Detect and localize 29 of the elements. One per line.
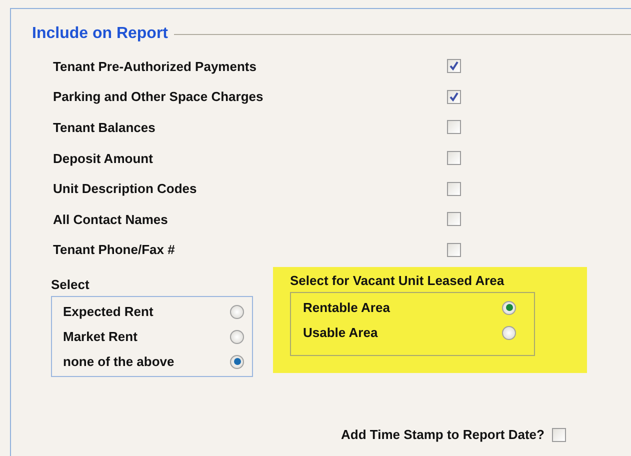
radio-label: Usable Area bbox=[303, 325, 378, 340]
radio-button[interactable] bbox=[230, 354, 244, 369]
group-title: Include on Report bbox=[32, 25, 168, 43]
checkbox[interactable] bbox=[447, 242, 461, 257]
checkbox[interactable] bbox=[447, 90, 461, 104]
radio-button[interactable] bbox=[502, 326, 516, 340]
option-label: Tenant Balances bbox=[53, 120, 156, 135]
timestamp-label: Add Time Stamp to Report Date? bbox=[341, 427, 544, 442]
checkbox[interactable] bbox=[447, 120, 461, 134]
radio-label: Rentable Area bbox=[303, 300, 390, 316]
option-label: Unit Description Codes bbox=[53, 181, 198, 196]
select-label: Select bbox=[51, 277, 90, 292]
radio-button[interactable] bbox=[230, 330, 244, 344]
checkbox[interactable] bbox=[447, 212, 461, 226]
radio-label: Market Rent bbox=[63, 329, 138, 344]
option-label: Deposit Amount bbox=[53, 150, 154, 166]
option-label: Tenant Phone/Fax # bbox=[53, 242, 176, 258]
option-label: Tenant Pre-Authorized Payments bbox=[53, 58, 258, 74]
checkbox[interactable] bbox=[447, 182, 461, 196]
radio-label: none of the above bbox=[63, 354, 174, 370]
checkbox[interactable] bbox=[447, 59, 461, 74]
checkbox[interactable] bbox=[447, 151, 461, 166]
option-label: All Contact Names bbox=[53, 212, 169, 227]
vacant-label: Select for Vacant Unit Leased Area bbox=[290, 273, 504, 288]
radio-button[interactable] bbox=[230, 304, 244, 319]
radio-label: Expected Rent bbox=[63, 304, 154, 320]
option-label: Parking and Other Space Charges bbox=[53, 89, 264, 104]
radio-button[interactable] bbox=[502, 300, 516, 315]
checkbox[interactable] bbox=[552, 428, 566, 442]
